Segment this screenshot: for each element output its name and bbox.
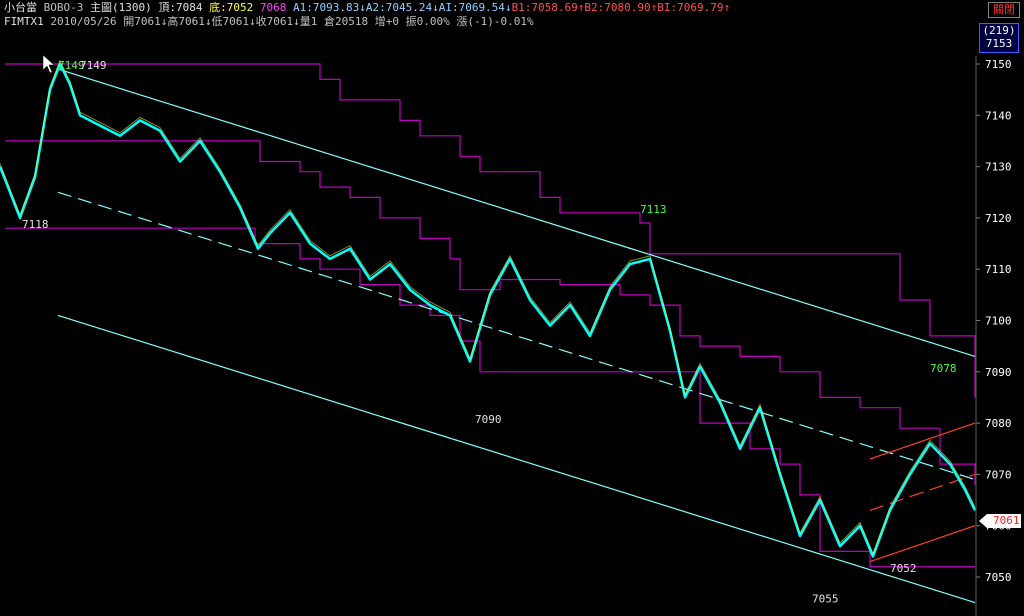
trendline-channel-upper (57, 68, 976, 357)
price-chart[interactable]: 7050706070707080709071007110712071307140… (0, 0, 1024, 616)
annotation-label: 7052 (890, 562, 917, 575)
y-axis-tick-label: 7070 (985, 468, 1012, 481)
trendline-channel-lower (57, 314, 976, 604)
y-axis-tick-label: 7050 (985, 571, 1012, 584)
channel-lines (57, 68, 976, 604)
annotation-label: 7118 (22, 218, 49, 231)
series-envelope-lower-line (5, 140, 976, 485)
annotation-label: 7090 (475, 413, 502, 426)
mouse-cursor-icon (42, 54, 55, 74)
y-axis-tick-label: 7150 (985, 58, 1012, 71)
y-axis-tick-label: 7130 (985, 161, 1012, 174)
trendline-channel-mid (57, 191, 976, 481)
annotation-label: 7055 (812, 593, 839, 606)
envelope-lines (5, 63, 976, 568)
y-axis-tick-label: 7140 (985, 109, 1012, 122)
y-axis-tick-label: 7110 (985, 263, 1012, 276)
annotation-label: 7113 (640, 203, 667, 216)
y-axis-tick-label: 7120 (985, 212, 1012, 225)
trendline-red-lower (869, 525, 976, 563)
series-envelope-upper-line (5, 63, 976, 398)
y-axis-tick-label: 7090 (985, 366, 1012, 379)
y-axis: 7050706070707080709071007110712071307140… (975, 56, 1012, 616)
last-price-label: 7061 (993, 514, 1020, 527)
red-trend-lines (869, 422, 976, 563)
price-series (0, 59, 977, 558)
y-axis-tick-label: 7100 (985, 315, 1012, 328)
y-axis-tick-label: 7080 (985, 417, 1012, 430)
last-price-tag: 7061 (979, 514, 1021, 528)
annotation-label: 7078 (930, 362, 957, 375)
annotation-label: 7149 (80, 59, 107, 72)
